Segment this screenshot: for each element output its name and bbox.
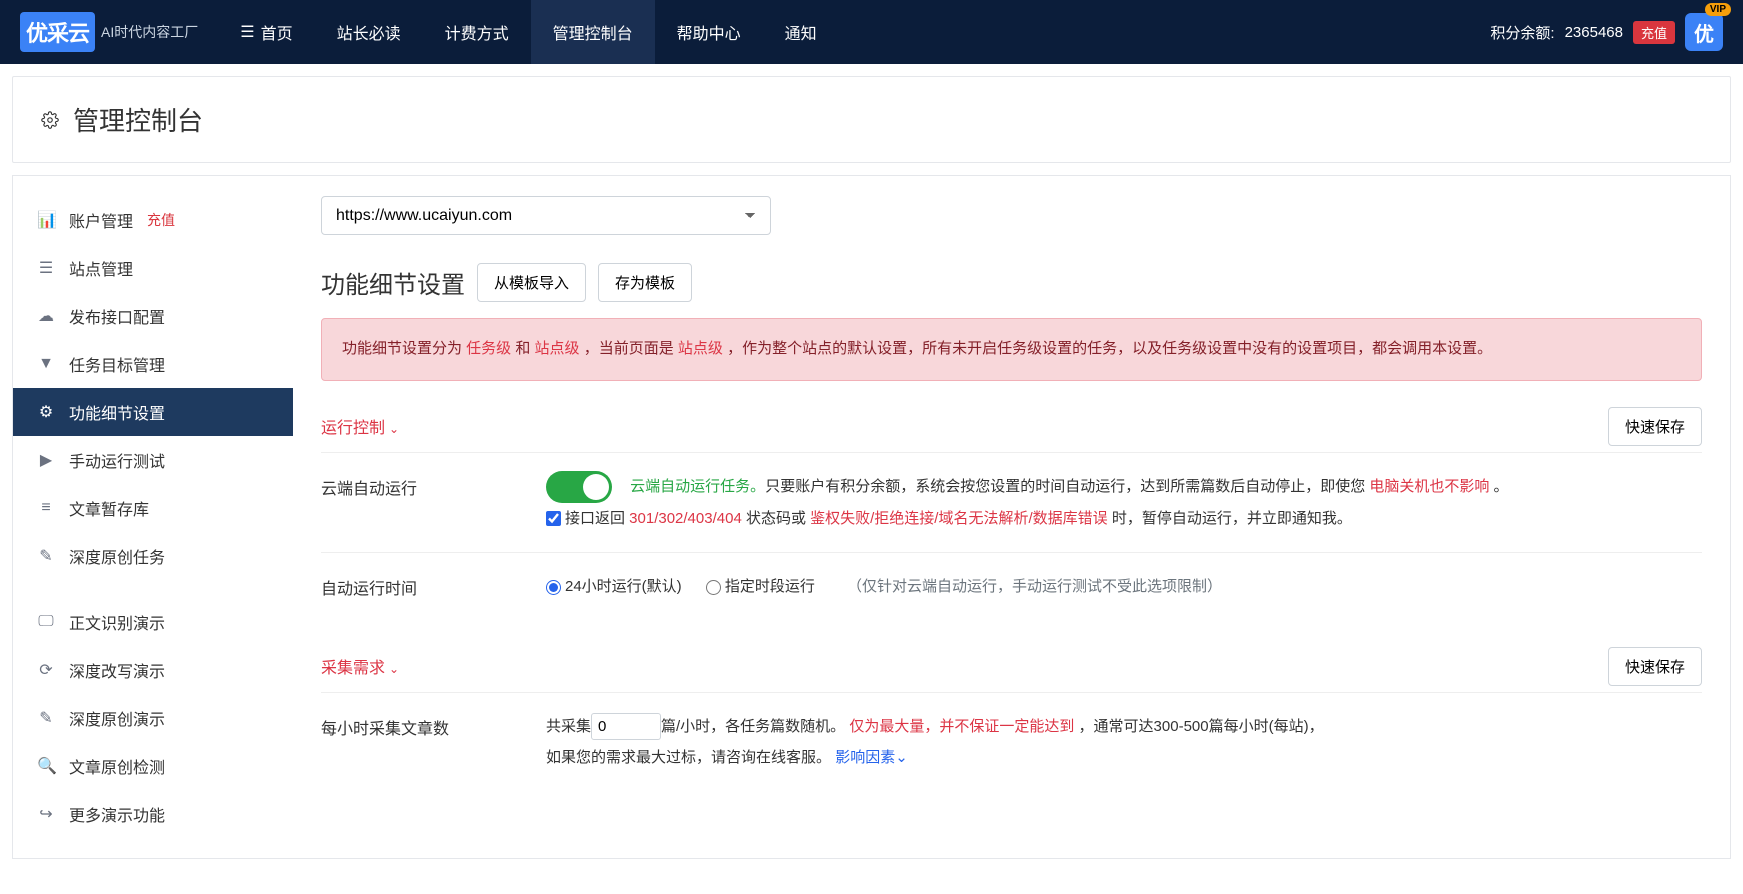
import-template-button[interactable]: 从模板导入 xyxy=(477,263,586,302)
quick-save-button[interactable]: 快速保存 xyxy=(1608,407,1702,446)
cloud-icon: ☁ xyxy=(37,306,55,326)
sidebar-item-demo-rewrite[interactable]: ⟳深度改写演示 xyxy=(13,646,293,694)
site-select[interactable]: https://www.ucaiyun.com xyxy=(321,196,771,235)
avatar-text: 优 xyxy=(1685,13,1723,51)
sidebar-item-publish[interactable]: ☁发布接口配置 xyxy=(13,292,293,340)
sidebar-item-demo-original[interactable]: ✎深度原创演示 xyxy=(13,694,293,742)
row-value: 24小时运行(默认) 指定时段运行 （仅针对云端自动运行，手动运行测试不受此选项… xyxy=(546,571,1702,603)
panel-head: 运行控制⌄ 快速保存 xyxy=(321,401,1702,452)
panel-collect: 采集需求⌄ 快速保存 每小时采集文章数 共采集篇/小时，各任务篇数随机。 仅为最… xyxy=(321,641,1702,792)
chevron-down-icon: ⌄ xyxy=(389,662,399,676)
toggle-knob xyxy=(583,474,609,500)
row-label: 每小时采集文章数 xyxy=(321,711,546,774)
points-label: 积分余额: xyxy=(1490,22,1554,43)
nav-right: 积分余额: 2365468 充值 优 VIP xyxy=(1490,13,1723,51)
chevron-down-icon: ⌄ xyxy=(389,422,399,436)
sidebar-item-demo-content[interactable]: 🖵正文识别演示 xyxy=(13,598,293,646)
section-title: 功能细节设置 xyxy=(321,265,465,300)
sidebar-item-demo-check[interactable]: 🔍文章原创检测 xyxy=(13,742,293,790)
radio-24h[interactable]: 24小时运行(默认) xyxy=(546,578,682,595)
sidebar-item-settings[interactable]: ⚙功能细节设置 xyxy=(13,388,293,436)
nav-console[interactable]: 管理控制台 xyxy=(531,0,655,64)
factors-link[interactable]: 影响因素 xyxy=(835,749,895,766)
avatar[interactable]: 优 VIP xyxy=(1685,13,1723,51)
filter-icon: ▼ xyxy=(37,355,55,373)
points-value: 2365468 xyxy=(1565,24,1623,41)
refresh-icon: ⟳ xyxy=(37,660,55,680)
section-title-row: 功能细节设置 从模板导入 存为模板 xyxy=(321,263,1702,302)
main-layout: 📊账户管理充值 ☰站点管理 ☁发布接口配置 ▼任务目标管理 ⚙功能细节设置 ▶手… xyxy=(12,175,1731,859)
brand-logo: 优采云 xyxy=(20,12,95,52)
content: https://www.ucaiyun.com 功能细节设置 从模板导入 存为模… xyxy=(293,176,1730,858)
quick-save-button[interactable]: 快速保存 xyxy=(1608,647,1702,686)
sidebar-item-deep[interactable]: ✎深度原创任务 xyxy=(13,532,293,580)
sidebar-item-sites[interactable]: ☰站点管理 xyxy=(13,244,293,292)
row-per-hour: 每小时采集文章数 共采集篇/小时，各任务篇数随机。 仅为最大量，并不保证一定能达… xyxy=(321,692,1702,792)
row-label: 自动运行时间 xyxy=(321,571,546,603)
gear-icon xyxy=(41,110,59,128)
vip-badge: VIP xyxy=(1705,3,1731,16)
database-icon: ≡ xyxy=(37,499,55,517)
row-value: 云端自动运行任务。只要账户有积分余额，系统会按您设置的时间自动运行，达到所需篇数… xyxy=(546,471,1702,535)
sidebar: 📊账户管理充值 ☰站点管理 ☁发布接口配置 ▼任务目标管理 ⚙功能细节设置 ▶手… xyxy=(13,176,293,858)
edit-icon: ✎ xyxy=(37,708,55,728)
pause-on-error-checkbox[interactable] xyxy=(546,511,561,526)
info-alert: 功能细节设置分为 任务级 和 站点级 ，当前页面是 站点级 ，作为整个站点的默认… xyxy=(321,318,1702,381)
list-icon: ☰ xyxy=(37,258,55,278)
sidebar-item-manual[interactable]: ▶手动运行测试 xyxy=(13,436,293,484)
page-title: 管理控制台 xyxy=(73,101,203,138)
row-cloud-auto: 云端自动运行 云端自动运行任务。只要账户有积分余额，系统会按您设置的时间自动运行… xyxy=(321,452,1702,553)
brand-subtitle: AI时代内容工厂 xyxy=(101,22,198,42)
top-nav: 优采云 AI时代内容工厂 ☰首页 站长必读 计费方式 管理控制台 帮助中心 通知… xyxy=(0,0,1743,64)
sidebar-item-tasks[interactable]: ▼任务目标管理 xyxy=(13,340,293,388)
row-value: 共采集篇/小时，各任务篇数随机。 仅为最大量，并不保证一定能达到 ，通常可达30… xyxy=(546,711,1702,774)
edit-icon: ✎ xyxy=(37,546,55,566)
recharge-button[interactable]: 充值 xyxy=(1633,21,1675,44)
monitor-icon: 🖵 xyxy=(37,613,55,631)
sidebar-item-articles[interactable]: ≡文章暂存库 xyxy=(13,484,293,532)
nav-billing[interactable]: 计费方式 xyxy=(423,0,531,64)
search-icon: 🔍 xyxy=(37,756,55,776)
nav-must-read[interactable]: 站长必读 xyxy=(315,0,423,64)
auto-run-toggle[interactable] xyxy=(546,471,612,503)
nav-notice[interactable]: 通知 xyxy=(763,0,839,64)
brand[interactable]: 优采云 AI时代内容工厂 xyxy=(20,12,198,52)
nav-items: ☰首页 站长必读 计费方式 管理控制台 帮助中心 通知 xyxy=(218,0,838,64)
panel-title[interactable]: 运行控制⌄ xyxy=(321,414,399,438)
radio-period[interactable]: 指定时段运行 xyxy=(706,578,815,595)
list-icon: ☰ xyxy=(240,22,254,42)
page-header: 管理控制台 xyxy=(12,76,1731,163)
cogs-icon: ⚙ xyxy=(37,402,55,422)
share-icon: ↪ xyxy=(37,804,55,824)
play-icon: ▶ xyxy=(37,450,55,470)
sidebar-item-account[interactable]: 📊账户管理充值 xyxy=(13,196,293,244)
panel-head: 采集需求⌄ 快速保存 xyxy=(321,641,1702,692)
row-label: 云端自动运行 xyxy=(321,471,546,535)
recharge-badge: 充值 xyxy=(147,210,175,230)
per-hour-input[interactable] xyxy=(591,713,661,740)
panel-title[interactable]: 采集需求⌄ xyxy=(321,654,399,678)
nav-home[interactable]: ☰首页 xyxy=(218,0,314,64)
panel-run-control: 运行控制⌄ 快速保存 云端自动运行 云端自动运行任务。只要账户有积分余额，系统会… xyxy=(321,401,1702,621)
time-hint: （仅针对云端自动运行，手动运行测试不受此选项限制） xyxy=(847,578,1222,595)
chart-icon: 📊 xyxy=(37,210,55,230)
row-auto-time: 自动运行时间 24小时运行(默认) 指定时段运行 （仅针对云端自动运行，手动运行… xyxy=(321,552,1702,621)
save-template-button[interactable]: 存为模板 xyxy=(598,263,692,302)
nav-help[interactable]: 帮助中心 xyxy=(655,0,763,64)
sidebar-item-demo-more[interactable]: ↪更多演示功能 xyxy=(13,790,293,838)
chevron-down-icon: ⌄ xyxy=(895,749,908,766)
